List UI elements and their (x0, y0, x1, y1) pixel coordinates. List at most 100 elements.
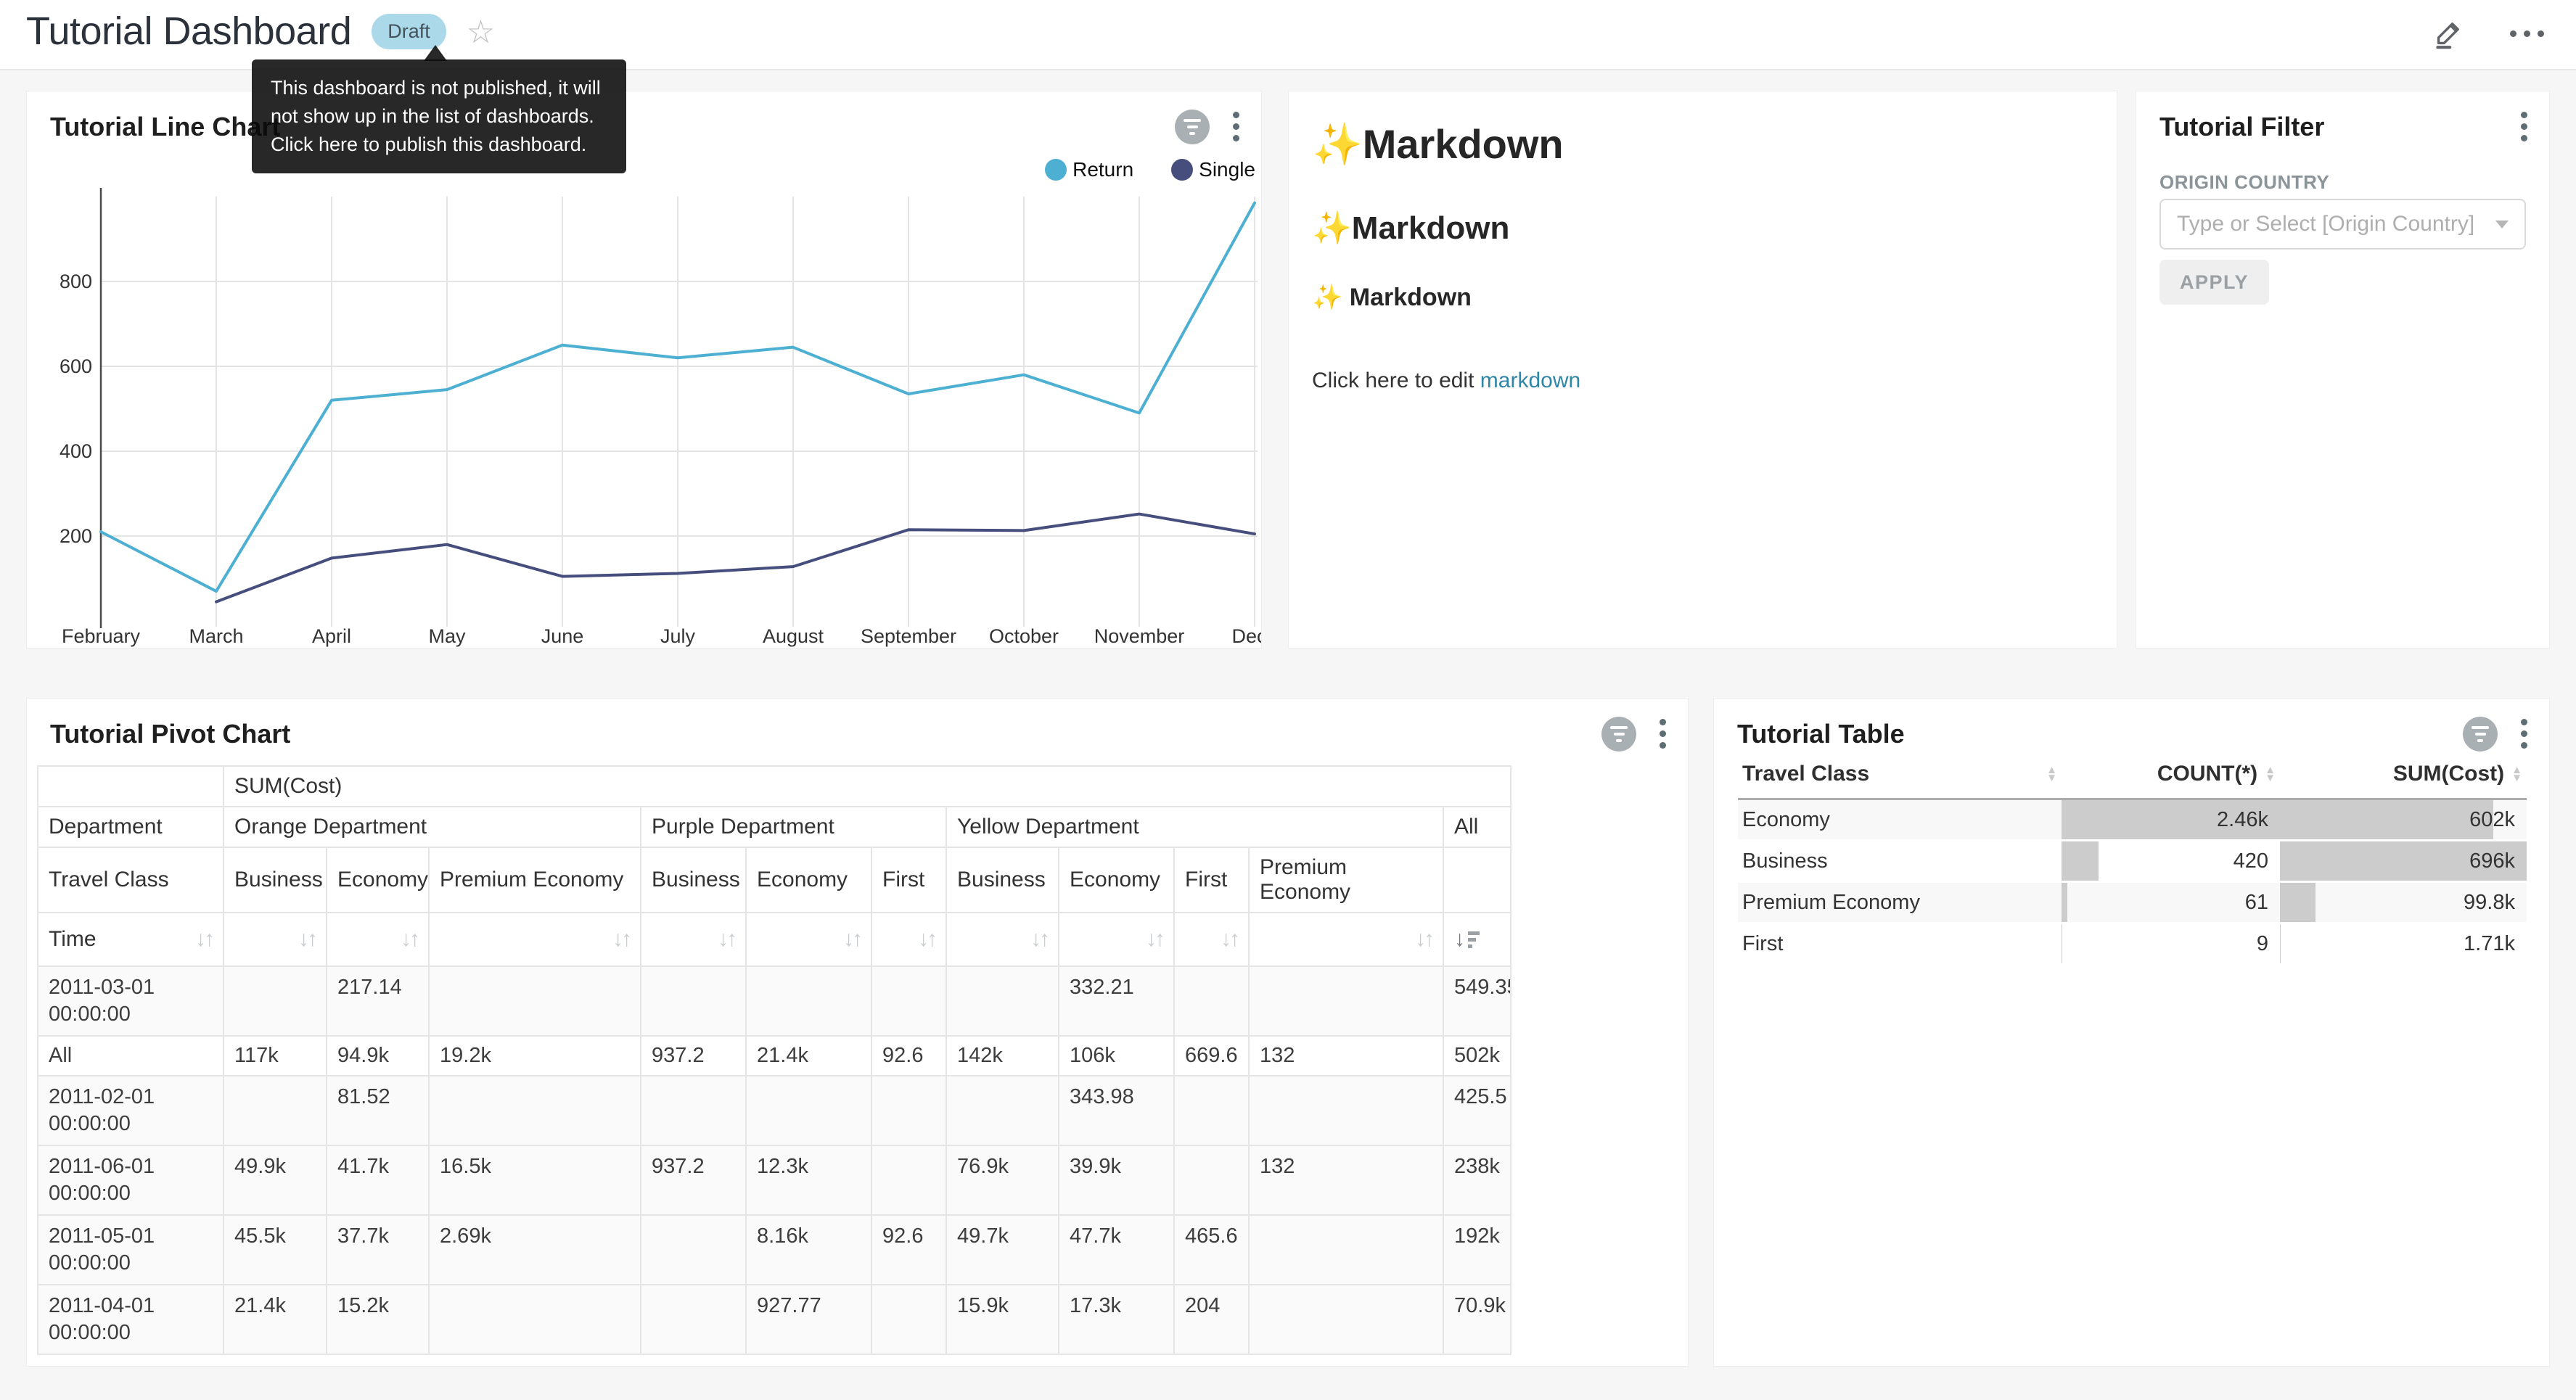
more-menu-icon[interactable] (2510, 30, 2544, 37)
pivot-value-cell: 17.3k (1059, 1285, 1174, 1354)
pivot-value-cell: 19.2k (429, 1036, 641, 1076)
travel-class-cell: Economy (1742, 800, 1830, 839)
pivot-value-cell: 142k (946, 1036, 1059, 1076)
header-actions (2432, 16, 2544, 51)
pivot-row: 2011-05-01 00:00:0045.5k37.7k2.69k8.16k9… (38, 1215, 1511, 1285)
sort-icon[interactable]: ↓↑ (195, 927, 213, 952)
filter-panel-title: Tutorial Filter (2159, 112, 2324, 142)
data-table-wrap: Travel Class ▲▼ COUNT(*) ▲▼ SUM(Cost) ▲▼ Econo… (1738, 753, 2527, 965)
pivot-value-cell: 8.16k (746, 1215, 871, 1285)
filter-icon[interactable] (2463, 717, 2498, 752)
pivot-value-cell (1174, 1145, 1249, 1215)
sort-icon[interactable]: ↓↑ (612, 927, 630, 952)
kebab-menu-icon[interactable] (2518, 109, 2530, 144)
sum-bar (2280, 800, 2493, 839)
tooltip-caret (424, 45, 447, 61)
pivot-time-label: Time (49, 927, 97, 952)
pivot-value-cell (871, 1145, 946, 1215)
draft-badge[interactable]: Draft (372, 14, 446, 49)
sum-cell: 99.8k (2464, 883, 2515, 922)
sort-icon[interactable]: ↓↑ (1030, 927, 1048, 952)
x-axis-label: July (660, 625, 696, 647)
sort-descending-icon[interactable]: ↓ (1454, 927, 1500, 952)
pivot-time-cell: 2011-06-01 00:00:00 (38, 1145, 223, 1215)
pivot-value-cell: 192k (1443, 1215, 1511, 1285)
pivot-value-cell (871, 1285, 946, 1354)
pivot-value-cell (1249, 966, 1443, 1036)
pivot-value-cell (1249, 1076, 1443, 1145)
pivot-row: All117k94.9k19.2k937.221.4k92.6142k106k6… (38, 1036, 1511, 1076)
filter-panel: Tutorial Filter ORIGIN COUNTRY Type or S… (2136, 91, 2550, 648)
x-axis-label: May (428, 625, 466, 647)
pivot-department-group: Yellow Department (946, 807, 1443, 847)
pivot-value-cell: 47.7k (1059, 1215, 1174, 1285)
pivot-class-header: Premium Economy (429, 847, 641, 913)
sort-icon[interactable]: ↓↑ (918, 927, 935, 952)
y-axis-label: 400 (60, 440, 92, 462)
pivot-value-cell: 76.9k (946, 1145, 1059, 1215)
pivot-class-header: Business (946, 847, 1059, 913)
data-table: Travel Class ▲▼ COUNT(*) ▲▼ SUM(Cost) ▲▼ Econo… (1738, 753, 2527, 965)
sort-icon[interactable]: ↓↑ (298, 927, 316, 952)
pivot-class-header: Business (223, 847, 327, 913)
pivot-department-label: Department (38, 807, 223, 847)
pivot-empty-header (1443, 847, 1511, 913)
pivot-class-header: First (871, 847, 946, 913)
travel-class-cell: First (1742, 924, 1783, 963)
pivot-value-cell: 21.4k (746, 1036, 871, 1076)
column-header[interactable]: SUM(Cost) (2393, 762, 2504, 786)
x-axis-label: August (763, 625, 824, 647)
pivot-row: 2011-04-01 00:00:0021.4k15.2k927.7715.9k… (38, 1285, 1511, 1354)
origin-country-select[interactable]: Type or Select [Origin Country] (2159, 199, 2526, 250)
apply-button[interactable]: APPLY (2159, 260, 2269, 305)
filter-panel-actions (2518, 109, 2530, 144)
sort-icon[interactable]: ↓↑ (1415, 927, 1432, 952)
markdown-panel: ✨Markdown ✨Markdown ✨ Markdown Click her… (1288, 91, 2117, 648)
kebab-menu-icon[interactable] (1657, 716, 1669, 752)
table-row: Business420696k (1738, 841, 2527, 882)
pivot-value-cell: 238k (1443, 1145, 1511, 1215)
pivot-value-cell: 94.9k (327, 1036, 429, 1076)
sort-icon[interactable]: ↓↑ (1221, 927, 1238, 952)
pivot-department-group: Purple Department (641, 807, 946, 847)
pivot-class-header: Business (641, 847, 746, 913)
pivot-value-cell: 927.77 (746, 1285, 871, 1354)
pivot-value-cell: 465.6 (1174, 1215, 1249, 1285)
markdown-body[interactable]: ✨Markdown ✨Markdown ✨ Markdown Click her… (1312, 120, 2095, 393)
table-row: Premium Economy6199.8k (1738, 882, 2527, 923)
pivot-value-cell: 549.35 (1443, 966, 1511, 1036)
sum-bar (2280, 883, 2315, 922)
filter-icon[interactable] (1175, 110, 1210, 144)
line-chart-panel: Tutorial Line Chart Return Single Februa… (26, 91, 1262, 648)
pivot-corner-cell (38, 766, 223, 807)
pivot-value-cell: 92.6 (871, 1036, 946, 1076)
sort-caret-icon[interactable]: ▲▼ (2265, 766, 2276, 782)
sort-caret-icon[interactable]: ▲▼ (2046, 766, 2057, 782)
pivot-class-header: First (1174, 847, 1249, 913)
pivot-value-cell: 132 (1249, 1145, 1443, 1215)
pivot-value-cell (946, 1076, 1059, 1145)
pivot-value-cell: 39.9k (1059, 1145, 1174, 1215)
pivot-value-cell: 343.98 (1059, 1076, 1174, 1145)
pivot-value-cell: 669.6 (1174, 1036, 1249, 1076)
x-axis-label: October (989, 625, 1059, 647)
y-axis-label: 200 (60, 525, 92, 547)
x-axis-label: Dece (1231, 625, 1261, 647)
sort-icon[interactable]: ↓↑ (1146, 927, 1163, 952)
select-placeholder: Type or Select [Origin Country] (2177, 212, 2474, 236)
pivot-class-header: Economy (327, 847, 429, 913)
kebab-menu-icon[interactable] (1230, 109, 1242, 144)
pivot-value-cell (641, 1076, 746, 1145)
sort-icon[interactable]: ↓↑ (718, 927, 735, 952)
edit-pencil-icon[interactable] (2432, 16, 2466, 51)
markdown-link[interactable]: markdown (1480, 368, 1580, 392)
sort-icon[interactable]: ↓↑ (843, 927, 861, 952)
kebab-menu-icon[interactable] (2518, 716, 2530, 752)
sort-caret-icon[interactable]: ▲▼ (2511, 766, 2522, 782)
filter-icon[interactable] (1601, 717, 1636, 752)
sort-icon[interactable]: ↓↑ (401, 927, 418, 952)
pivot-metric-header: SUM(Cost) (223, 766, 1511, 807)
favorite-star-icon[interactable]: ☆ (467, 17, 495, 49)
column-header[interactable]: COUNT(*) (2157, 762, 2257, 786)
column-header-travel-class[interactable]: Travel Class (1742, 762, 1869, 786)
